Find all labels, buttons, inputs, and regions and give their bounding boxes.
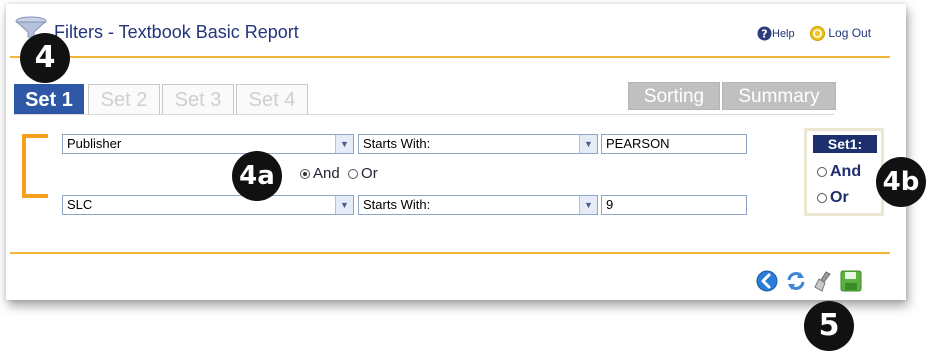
radio-empty-icon [817,192,827,203]
callout-badge-4a: 4a [232,151,282,201]
set-or-label: Or [830,189,849,206]
help-label: Help [772,28,795,40]
filter-1-field-select[interactable]: Publisher ▼ [62,134,354,154]
tab-set-3[interactable]: Set 3 [162,84,234,114]
footer-divider [10,252,890,254]
svg-text:?: ? [761,28,767,41]
callout-badge-4b: 4b [876,157,926,207]
chevron-down-icon: ▼ [579,135,597,153]
set-and-radio[interactable]: And [817,163,861,181]
tab-summary[interactable]: Summary [722,82,836,110]
logout-link[interactable]: Log Out [810,26,872,42]
and-label: And [313,165,340,182]
refresh-icon[interactable] [784,270,808,292]
filter-2-field-value: SLC [67,197,93,212]
filter-2-value-input[interactable]: 9 [601,195,747,215]
clear-broom-icon[interactable] [812,270,834,292]
tab-set-1[interactable]: Set 1 [14,84,84,114]
filter-1-operator-select[interactable]: Starts With: ▼ [358,134,598,154]
filter-2-field-select[interactable]: SLC ▼ [62,195,354,215]
tab-underline [14,114,834,115]
filter-group-bracket [22,134,48,198]
set-conjunction-header: Set1: [813,135,877,153]
filter-1-field-value: Publisher [67,136,122,151]
radio-selected-icon [300,169,310,180]
chevron-down-icon: ▼ [335,196,353,214]
radio-empty-icon [348,169,359,180]
set-and-label: And [830,163,862,180]
set-conjunction-box: Set1: And Or [804,128,884,216]
conjunction-radios: And Or [300,165,378,182]
filter-2-operator-select[interactable]: Starts With: ▼ [358,195,598,215]
save-disk-icon[interactable] [840,270,862,292]
tab-sorting[interactable]: Sorting [628,82,720,110]
page-title: Filters - Textbook Basic Report [54,22,299,42]
tab-set-2[interactable]: Set 2 [88,84,160,114]
header-divider [10,56,890,58]
logout-icon [810,26,825,42]
chevron-down-icon: ▼ [335,135,353,153]
logout-label: Log Out [828,26,872,40]
and-radio[interactable]: And [300,165,340,182]
chevron-down-icon: ▼ [579,196,597,214]
tab-set-4[interactable]: Set 4 [236,84,308,114]
or-radio[interactable]: Or [348,165,378,182]
help-link[interactable]: ? Help [757,26,795,41]
radio-empty-icon [817,166,827,177]
set-or-radio[interactable]: Or [817,189,849,207]
filter-1-operator-value: Starts With: [363,136,431,151]
back-arrow-icon[interactable] [756,270,778,292]
callout-badge-5: 5 [804,301,854,351]
filter-1-value-input[interactable]: PEARSON [601,134,747,154]
or-label: Or [361,165,378,182]
callout-badge-4: 4 [20,33,70,83]
filter-2-operator-value: Starts With: [363,197,431,212]
help-icon: ? [757,26,772,41]
